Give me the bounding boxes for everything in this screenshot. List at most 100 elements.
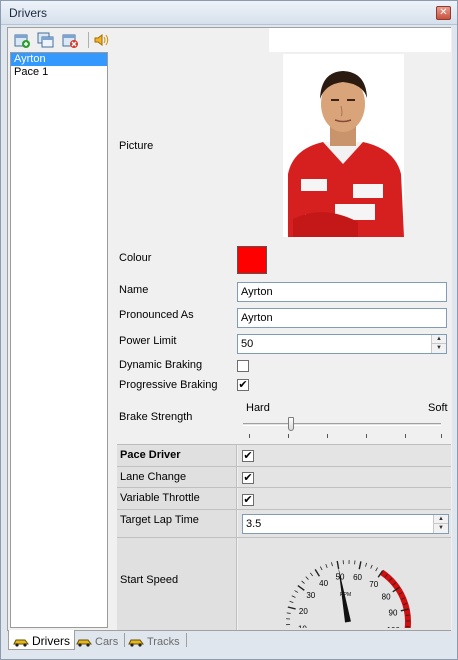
drivers-window: Drivers ✕ Ayrton Pace 1 Picture Colour N… [0, 0, 458, 660]
power-limit-arrows[interactable]: ▲ ▼ [431, 335, 446, 353]
dynamic-braking-label: Dynamic Braking [119, 359, 203, 371]
gauge-tick [301, 580, 305, 584]
gauge-tick [358, 561, 362, 570]
slider-tick [249, 434, 250, 438]
picture-label: Picture [119, 140, 154, 152]
gauge-tick [370, 564, 373, 569]
slider-tick [327, 434, 328, 438]
pace-driver-cell: ✔ [238, 445, 451, 466]
car-icon [13, 639, 29, 647]
toolbar-separator [88, 32, 89, 48]
target-lap-time-stepper[interactable]: 3.5 ▲ ▼ [242, 514, 449, 534]
tab-tracks[interactable]: Tracks [124, 630, 184, 650]
bottom-tab-bar: Drivers Cars Tracks [8, 630, 452, 650]
window-title: Drivers [9, 6, 47, 20]
gauge-tick [365, 562, 368, 567]
brake-hard-label: Hard [246, 402, 270, 414]
gauge-tick [309, 572, 314, 577]
spin-down-icon[interactable]: ▼ [434, 524, 448, 533]
spin-up-icon[interactable]: ▲ [434, 515, 448, 524]
gauge-tick-label: 100 [387, 626, 401, 628]
lane-change-label: Lane Change [117, 467, 237, 487]
dynamic-braking-checkbox[interactable] [237, 360, 249, 372]
variable-throttle-cell: ✔ [238, 488, 451, 509]
start-speed-gauge[interactable]: 0102030405060708090100RPM [278, 544, 418, 654]
close-button[interactable]: ✕ [436, 6, 451, 20]
brake-strength-label: Brake Strength [119, 411, 193, 423]
gauge-tick [375, 567, 378, 572]
gauge-dial-icon[interactable]: 0102030405060708090100RPM [278, 544, 418, 654]
start-speed-label: Start Speed [117, 538, 237, 630]
gauge-tick [331, 562, 333, 567]
speaker-icon[interactable] [92, 31, 110, 49]
gauge-tick [286, 612, 291, 614]
gauge-tick [297, 584, 305, 591]
gauge-tick-label: 10 [298, 624, 307, 628]
gauge-tick-label: 40 [319, 579, 328, 588]
name-label: Name [119, 284, 149, 296]
lane-change-checkbox[interactable]: ✔ [242, 472, 254, 484]
pace-driver-row: Pace Driver ✔ [117, 445, 451, 467]
properties-panel: Picture Colour Name Ayrton Pronounced As… [109, 28, 452, 654]
car-icon [128, 639, 144, 647]
colour-swatch[interactable] [237, 246, 267, 274]
brake-soft-label: Soft [428, 402, 448, 414]
gauge-tick-label: 30 [306, 591, 315, 600]
gauge-tick [305, 576, 309, 580]
gauge-tick-label: 20 [299, 607, 308, 616]
brake-strength-thumb[interactable] [287, 417, 294, 431]
spin-down-icon[interactable]: ▼ [432, 344, 446, 353]
list-item[interactable]: Ayrton [11, 53, 107, 66]
title-bar: Drivers ✕ [1, 1, 457, 25]
gauge-tick-label: 70 [369, 580, 378, 589]
pronounced-as-label: Pronounced As [119, 309, 194, 321]
variable-throttle-checkbox[interactable]: ✔ [242, 494, 254, 506]
slider-tick [441, 434, 442, 438]
pace-settings-grid: Pace Driver ✔ Lane Change ✔ Variable Thr… [117, 444, 451, 654]
tab-cars[interactable]: Cars [72, 630, 122, 650]
target-lap-time-value: 3.5 [246, 518, 262, 530]
gauge-tick [294, 590, 299, 593]
variable-throttle-label: Variable Throttle [117, 488, 237, 509]
tab-drivers-label: Drivers [32, 634, 70, 648]
delete-driver-icon[interactable] [61, 31, 79, 49]
copy-driver-icon[interactable] [37, 31, 55, 49]
slider-tick [288, 434, 289, 438]
gauge-tick [291, 595, 296, 598]
target-lap-time-arrows[interactable]: ▲ ▼ [433, 515, 448, 533]
gauge-tick [325, 563, 328, 568]
list-item[interactable]: Pace 1 [11, 66, 107, 79]
drivers-list[interactable]: Ayrton Pace 1 [10, 52, 108, 628]
spin-up-icon[interactable]: ▲ [432, 335, 446, 344]
start-speed-row: Start Speed 0102030405060708090100RPM [117, 538, 451, 654]
toolbar [8, 28, 109, 52]
tab-separator [186, 633, 187, 647]
progressive-braking-checkbox[interactable]: ✔ [237, 379, 249, 391]
driver-picture[interactable] [283, 54, 404, 237]
pace-driver-checkbox[interactable]: ✔ [242, 450, 254, 462]
variable-throttle-row: Variable Throttle ✔ [117, 488, 451, 510]
colour-label: Colour [119, 252, 152, 264]
target-lap-time-row: Target Lap Time 3.5 ▲ ▼ [117, 510, 451, 538]
power-limit-label: Power Limit [119, 335, 177, 347]
gauge-tick-label: 60 [353, 573, 362, 582]
car-icon [76, 639, 92, 647]
slider-tick [405, 434, 406, 438]
tab-drivers[interactable]: Drivers [8, 630, 75, 650]
client-area: Ayrton Pace 1 Picture Colour Name Ayrton… [7, 27, 452, 654]
gauge-tick [314, 569, 320, 577]
tab-cars-label: Cars [95, 635, 119, 648]
target-lap-time-label: Target Lap Time [117, 510, 237, 537]
brake-strength-slider[interactable] [243, 423, 441, 426]
power-limit-value: 50 [241, 338, 254, 350]
gauge-tick [287, 606, 296, 610]
lane-change-row: Lane Change ✔ [117, 467, 451, 488]
power-limit-stepper[interactable]: 50 ▲ ▼ [237, 334, 447, 354]
lane-change-cell: ✔ [238, 467, 451, 487]
target-lap-time-cell: 3.5 ▲ ▼ [238, 510, 451, 537]
start-speed-cell: 0102030405060708090100RPM [238, 538, 451, 654]
name-field[interactable]: Ayrton [237, 282, 447, 302]
pronounced-as-field[interactable]: Ayrton [237, 308, 447, 328]
gauge-tick [319, 566, 323, 571]
add-driver-icon[interactable] [13, 31, 31, 49]
